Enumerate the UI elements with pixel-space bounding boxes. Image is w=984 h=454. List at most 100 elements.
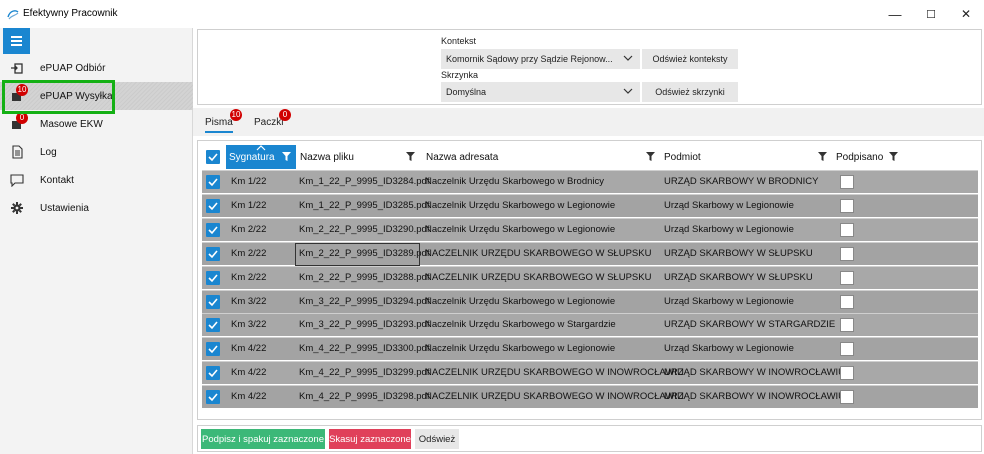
signed-checkbox[interactable] (840, 175, 854, 189)
letters-grid: Sygnatura Nazwa pliku Nazwa adresata Pod… (197, 140, 982, 420)
row-select-checkbox[interactable] (206, 198, 220, 213)
sidebar-item-epuap-odbior[interactable]: ePUAP Odbiór (0, 54, 193, 82)
table-row[interactable]: Km 4/22 Km_4_22_P_9995_ID3298.pdf NACZELNI… (202, 385, 978, 409)
column-header-sygnatura[interactable]: Sygnatura (226, 145, 296, 169)
selection-highlight-frame (2, 80, 115, 114)
cell-nazwa-pliku: Km_4_22_P_9995_ID3300.pdf (299, 343, 430, 355)
signed-checkbox[interactable] (840, 270, 854, 285)
cell-nazwa-pliku: Km_2_22_P_9995_ID3288.pdf (299, 271, 430, 283)
column-header-label: Nazwa pliku (300, 152, 354, 163)
column-header-label: Nazwa adresata (426, 152, 499, 163)
row-select-checkbox[interactable] (206, 222, 220, 237)
hamburger-menu-button[interactable] (3, 28, 30, 54)
sign-and-pack-button[interactable]: Podpisz i spakuj zaznaczone (201, 429, 325, 449)
hamburger-icon (11, 36, 22, 46)
table-row[interactable]: Km 2/22 Km_2_22_P_9995_ID3289.pdf NACZELNI… (202, 241, 978, 266)
filter-icon[interactable] (646, 152, 655, 161)
column-header-nazwa-adresata[interactable]: Nazwa adresata (423, 145, 660, 169)
kontekst-dropdown[interactable]: Komornik Sądowy przy Sądzie Rejonow... (441, 49, 640, 69)
minimize-button[interactable]: — (880, 4, 910, 24)
sidebar-item-label: Log (40, 147, 57, 158)
document-log-icon (12, 145, 23, 159)
column-header-podpisano[interactable]: Podpisano (833, 145, 903, 169)
cell-nazwa-adresata: Naczelnik Urzędu Skarbowego w Stargardzi… (425, 319, 616, 331)
cell-nazwa-pliku: Km_3_22_P_9995_ID3294.pdf (299, 295, 430, 307)
refresh-contexts-button[interactable]: Odśwież konteksty (642, 49, 738, 69)
gear-icon (11, 202, 23, 214)
cell-sygnatura: Km 2/22 (231, 223, 267, 235)
filter-icon[interactable] (818, 152, 827, 161)
filter-icon[interactable] (282, 152, 291, 161)
checkmark-icon (208, 153, 218, 162)
tab-paczki[interactable]: Paczki (254, 117, 283, 128)
cell-sygnatura: Km 4/22 (231, 367, 267, 379)
row-select-checkbox[interactable] (206, 390, 220, 405)
row-select-checkbox[interactable] (206, 294, 220, 309)
skrzynka-label: Skrzynka (441, 70, 479, 80)
column-header-podmiot[interactable]: Podmiot (661, 145, 831, 169)
skrzynka-dropdown[interactable]: Domyślna (441, 82, 640, 102)
tab-badge: 10 (230, 109, 242, 121)
cell-sygnatura: Km 4/22 (231, 391, 267, 403)
delete-selected-button[interactable]: Skasuj zaznaczone (329, 429, 411, 449)
sidebar-item-ustawienia[interactable]: Ustawienia (0, 194, 193, 222)
tab-pisma[interactable]: Pisma (205, 117, 233, 133)
cell-nazwa-pliku: Km_4_22_P_9995_ID3299.pdf (299, 367, 430, 379)
table-row[interactable]: Km 1/22 Km_1_22_P_9995_ID3285.pdf Naczelni… (202, 193, 978, 217)
sidebar-item-log[interactable]: Log (0, 138, 193, 166)
row-select-checkbox[interactable] (206, 246, 220, 261)
checkmark-icon (208, 250, 218, 258)
cell-nazwa-adresata: Naczelnik Urzędu Skarbowego w Legionowie (425, 199, 616, 211)
signed-checkbox[interactable] (840, 366, 854, 381)
refresh-button[interactable]: Odśwież (415, 429, 459, 449)
cell-sygnatura: Km 1/22 (231, 176, 267, 187)
cell-podmiot: Urząd Skarbowy w Legionowie (664, 223, 794, 235)
cell-podmiot: URZĄD SKARBOWY W SŁUPSKU (664, 247, 813, 259)
signed-checkbox[interactable] (840, 222, 854, 237)
column-header-label: Podpisano (836, 152, 884, 163)
row-select-checkbox[interactable] (206, 318, 220, 333)
cell-sygnatura: Km 2/22 (231, 271, 267, 283)
table-row[interactable]: Km 3/22 Km_3_22_P_9995_ID3294.pdf Naczelni… (202, 289, 978, 313)
signed-checkbox[interactable] (840, 390, 854, 405)
signed-checkbox[interactable] (840, 246, 854, 261)
maximize-button[interactable]: ☐ (916, 4, 946, 24)
table-row[interactable]: Km 4/22 Km_4_22_P_9995_ID3300.pdf Naczelni… (202, 337, 978, 361)
signed-checkbox[interactable] (840, 318, 854, 333)
window-title: Efektywny Pracownik (23, 8, 118, 19)
row-select-checkbox[interactable] (206, 342, 220, 357)
table-row[interactable]: Km 1/22 Km_1_22_P_9995_ID3284.pdf Naczelni… (202, 170, 978, 193)
row-select-checkbox[interactable] (206, 175, 220, 189)
sidebar-item-kontakt[interactable]: Kontakt (0, 166, 193, 194)
cell-sygnatura: Km 3/22 (231, 319, 267, 331)
cell-nazwa-adresata: Naczelnik Urzędu Skarbowego w Legionowie (425, 223, 616, 235)
signed-checkbox[interactable] (840, 198, 854, 213)
cell-nazwa-adresata: NACZELNIK URZĘDU SKARBOWEGO W SŁUPSKU (425, 247, 652, 259)
filter-icon[interactable] (406, 152, 415, 161)
filter-icon[interactable] (889, 152, 898, 161)
cell-podmiot: Urząd Skarbowy w Legionowie (664, 199, 794, 211)
signed-checkbox[interactable] (840, 294, 854, 309)
checkmark-icon (208, 178, 218, 187)
row-select-checkbox[interactable] (206, 366, 220, 381)
row-select-checkbox[interactable] (206, 270, 220, 285)
checkmark-icon (208, 321, 218, 330)
table-row[interactable]: Km 2/22 Km_2_22_P_9995_ID3288.pdf NACZELNI… (202, 265, 978, 289)
cell-podmiot: URZĄD SKARBOWY W STARGARDZIE (664, 319, 836, 331)
sidebar-item-masowe-ekw[interactable]: 0 Masowe EKW (0, 110, 193, 138)
cell-nazwa-adresata: Naczelnik Urzędu Skarbowego w Legionowie (425, 343, 616, 355)
cell-nazwa-pliku: Km_1_22_P_9995_ID3284.pdf (299, 176, 430, 187)
select-all-checkbox[interactable] (206, 150, 220, 164)
table-row[interactable]: Km 3/22 Km_3_22_P_9995_ID3293.pdf Naczelni… (202, 313, 978, 337)
close-button[interactable]: ✕ (951, 4, 981, 24)
checkmark-icon (208, 297, 218, 306)
chevron-down-icon (623, 88, 633, 94)
cell-nazwa-pliku: Km_1_22_P_9995_ID3285.pdf (299, 199, 430, 211)
refresh-boxes-button[interactable]: Odśwież skrzynki (642, 82, 738, 102)
table-row[interactable]: Km 2/22 Km_2_22_P_9995_ID3290.pdf Naczelni… (202, 217, 978, 241)
cell-sygnatura: Km 4/22 (231, 343, 267, 355)
column-header-nazwa-pliku[interactable]: Nazwa pliku (297, 145, 422, 169)
signed-checkbox[interactable] (840, 342, 854, 357)
table-row[interactable]: Km 4/22 Km_4_22_P_9995_ID3299.pdf NACZELNI… (202, 361, 978, 385)
cell-podmiot: URZĄD SKARBOWY W BRODNICY (664, 176, 819, 187)
